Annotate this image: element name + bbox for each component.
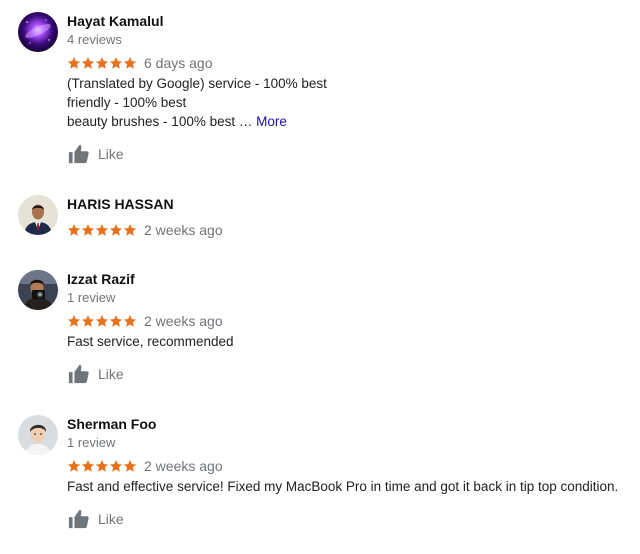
review-text-line: beauty brushes - 100% best …: [67, 114, 253, 129]
review-count[interactable]: 1 review: [67, 289, 115, 307]
review-text-line: Fast and effective service! Fixed my Mac…: [67, 479, 619, 494]
rating-row: 2 weeks ago: [67, 312, 223, 330]
star-rating: [67, 56, 137, 70]
star-icon: [109, 459, 123, 473]
star-icon: [109, 223, 123, 237]
star-icon: [109, 56, 123, 70]
person-suit-avatar[interactable]: [18, 195, 58, 235]
review-text-line: Fast service, recommended: [67, 334, 234, 349]
rating-row: 6 days ago: [67, 54, 213, 72]
like-button[interactable]: Like: [67, 508, 124, 530]
star-rating: [67, 314, 137, 328]
reviewer-name[interactable]: Hayat Kamalul: [67, 12, 163, 30]
like-button[interactable]: Like: [67, 143, 124, 165]
thumbs-up-icon: [67, 143, 91, 165]
star-icon: [67, 223, 81, 237]
review-count[interactable]: 1 review: [67, 434, 115, 452]
like-button[interactable]: Like: [67, 363, 124, 385]
person-portrait-avatar[interactable]: [18, 415, 58, 455]
like-label: Like: [98, 146, 124, 162]
review-text-line-with-more: beauty brushes - 100% best … More: [67, 112, 287, 131]
thumbs-up-icon: [67, 508, 91, 530]
star-icon: [95, 314, 109, 328]
star-icon: [95, 459, 109, 473]
review-date: 6 days ago: [144, 55, 213, 71]
review-date: 2 weeks ago: [144, 313, 223, 329]
rating-row: 2 weeks ago: [67, 457, 223, 475]
galaxy-avatar[interactable]: [18, 12, 58, 52]
star-icon: [95, 56, 109, 70]
rating-row: 2 weeks ago: [67, 221, 223, 239]
star-icon: [95, 223, 109, 237]
review-date: 2 weeks ago: [144, 222, 223, 238]
star-icon: [81, 314, 95, 328]
star-icon: [81, 56, 95, 70]
reviewer-name[interactable]: Izzat Razif: [67, 270, 135, 288]
more-link[interactable]: More: [256, 114, 287, 129]
star-icon: [81, 459, 95, 473]
star-icon: [123, 56, 137, 70]
review-text-line: friendly - 100% best: [67, 95, 187, 110]
star-icon: [81, 223, 95, 237]
star-icon: [67, 314, 81, 328]
star-icon: [123, 223, 137, 237]
review-date: 2 weeks ago: [144, 458, 223, 474]
star-rating: [67, 459, 137, 473]
review-text-line: (Translated by Google) service - 100% be…: [67, 76, 327, 91]
review-count[interactable]: 4 reviews: [67, 31, 122, 49]
like-label: Like: [98, 366, 124, 382]
like-label: Like: [98, 511, 124, 527]
reviewer-name[interactable]: Sherman Foo: [67, 415, 156, 433]
star-icon: [123, 459, 137, 473]
star-icon: [109, 314, 123, 328]
reviewer-name[interactable]: HARIS HASSAN: [67, 195, 174, 213]
star-rating: [67, 223, 137, 237]
star-icon: [67, 56, 81, 70]
star-icon: [67, 459, 81, 473]
star-icon: [123, 314, 137, 328]
person-camera-avatar[interactable]: [18, 270, 58, 310]
thumbs-up-icon: [67, 363, 91, 385]
